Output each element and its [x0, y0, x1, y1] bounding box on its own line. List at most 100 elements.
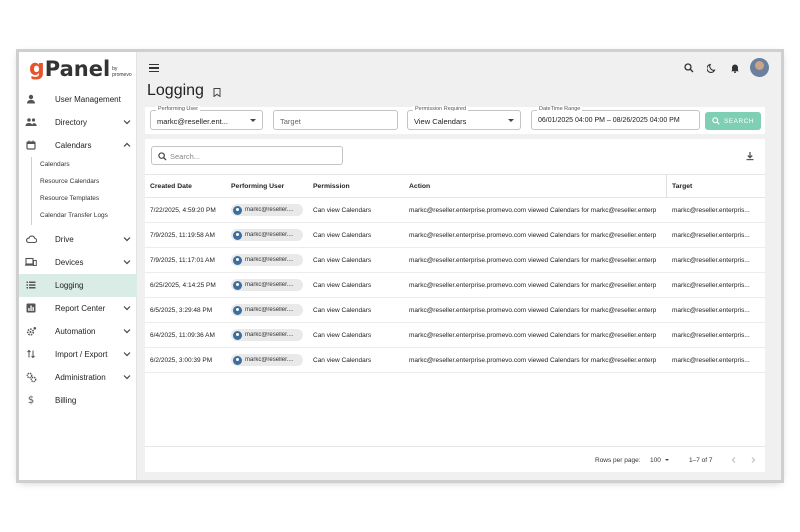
chevron-down-icon — [123, 352, 131, 357]
log-table-card: Search... Created Date Performing User P… — [145, 139, 765, 472]
user-chip[interactable]: markc@reseller.... — [231, 229, 303, 241]
admin-icon — [25, 371, 37, 383]
user-avatar-icon — [233, 330, 242, 340]
app-window: g Panel by promevo User Management Directo… — [19, 52, 781, 480]
page-title: Logging — [147, 82, 204, 99]
main-content: Logging Performing User markc@reseller.e… — [137, 52, 781, 480]
user-chip[interactable]: markc@reseller.... — [231, 354, 303, 366]
cell-created-date: 6/2/2025, 3:00:39 PM — [150, 357, 213, 364]
chevron-down-icon — [123, 306, 131, 311]
column-created-date[interactable]: Created Date — [150, 183, 192, 190]
people-icon — [25, 116, 37, 128]
dollar-icon: $ — [27, 394, 35, 406]
dark-mode-icon[interactable] — [705, 61, 719, 75]
table-body: 7/22/2025, 4:59:20 PM markc@reseller.... C… — [145, 198, 765, 373]
table-row[interactable]: 7/9/2025, 11:19:58 AM markc@reseller.... C… — [145, 223, 765, 248]
user-chip[interactable]: markc@reseller.... — [231, 204, 303, 216]
cell-permission: Can view Calendars — [313, 207, 372, 214]
column-performing-user[interactable]: Performing User — [231, 183, 284, 190]
table-search-input[interactable]: Search... — [151, 146, 343, 165]
column-target[interactable]: Target — [672, 183, 692, 190]
user-avatar-icon — [233, 230, 242, 240]
gpanel-logo[interactable]: g Panel by promevo — [29, 58, 132, 81]
avatar[interactable] — [750, 58, 769, 77]
column-permission[interactable]: Permission — [313, 183, 350, 190]
calendar-icon — [25, 139, 37, 151]
target-input[interactable]: Target — [273, 110, 398, 130]
column-action[interactable]: Action — [409, 183, 430, 190]
datetime-range-field[interactable]: DateTime Range 06/01/2025 04:00 PM – 08/… — [531, 106, 700, 130]
top-bar-actions — [673, 58, 769, 77]
sidebar: g Panel by promevo User Management Directo… — [19, 52, 137, 480]
rows-per-page-select[interactable]: 100 — [650, 457, 661, 464]
search-icon[interactable] — [682, 61, 696, 75]
sidebar-subitem-resource-templates[interactable]: Resource Templates — [19, 191, 137, 208]
sidebar-subitem-calendar-transfer-logs[interactable]: Calendar Transfer Logs — [19, 208, 137, 225]
bell-icon[interactable] — [728, 61, 742, 75]
table-row[interactable]: 6/2/2025, 3:00:39 PM markc@reseller.... Ca… — [145, 348, 765, 373]
sidebar-nav: User Management Directory Calendars Cale… — [19, 88, 137, 412]
sidebar-subitem-calendars[interactable]: Calendars — [19, 157, 137, 174]
table-row[interactable]: 7/22/2025, 4:59:20 PM markc@reseller.... C… — [145, 198, 765, 223]
user-chip[interactable]: markc@reseller.... — [231, 254, 303, 266]
user-avatar-icon — [233, 280, 242, 290]
dropdown-caret-icon — [508, 119, 514, 122]
column-divider[interactable] — [666, 175, 667, 198]
sidebar-item-devices[interactable]: Devices — [19, 251, 137, 274]
cell-created-date: 7/22/2025, 4:59:20 PM — [150, 207, 216, 214]
table-row[interactable]: 6/5/2025, 3:29:48 PM markc@reseller.... Ca… — [145, 298, 765, 323]
cell-permission: Can view Calendars — [313, 257, 372, 264]
performing-user-select[interactable]: Performing User markc@reseller.ent... — [150, 106, 263, 130]
chevron-down-icon — [123, 260, 131, 265]
sidebar-item-billing[interactable]: $ Billing — [19, 389, 137, 412]
chevron-up-icon — [123, 142, 131, 147]
cell-created-date: 6/5/2025, 3:29:48 PM — [150, 307, 213, 314]
user-chip[interactable]: markc@reseller.... — [231, 329, 303, 341]
cell-target: markc@reseller.enterpris... — [672, 357, 750, 364]
prev-page-icon[interactable] — [730, 456, 738, 464]
chevron-down-icon — [123, 329, 131, 334]
user-avatar-icon — [233, 205, 242, 215]
cell-created-date: 7/9/2025, 11:17:01 AM — [150, 257, 215, 264]
sidebar-item-drive[interactable]: Drive — [19, 228, 137, 251]
table-row[interactable]: 6/25/2025, 4:14:25 PM markc@reseller.... C… — [145, 273, 765, 298]
cell-action: markc@reseller.enterprise.promevo.com vi… — [409, 307, 657, 314]
user-chip[interactable]: markc@reseller.... — [231, 279, 303, 291]
gear-icon — [25, 325, 37, 337]
sidebar-item-report-center[interactable]: Report Center — [19, 297, 137, 320]
user-chip[interactable]: markc@reseller.... — [231, 304, 303, 316]
sidebar-item-administration[interactable]: Administration — [19, 366, 137, 389]
cell-target: markc@reseller.enterpris... — [672, 257, 750, 264]
sidebar-subitem-resource-calendars[interactable]: Resource Calendars — [19, 174, 137, 191]
user-avatar-icon — [233, 255, 242, 265]
sidebar-item-calendars[interactable]: Calendars — [19, 134, 137, 157]
dropdown-caret-icon — [250, 119, 256, 122]
table-pagination: Rows per page: 100 1–7 of 7 — [145, 446, 765, 472]
sidebar-item-directory[interactable]: Directory — [19, 111, 137, 134]
next-page-icon[interactable] — [749, 456, 757, 464]
table-row[interactable]: 7/9/2025, 11:17:01 AM markc@reseller.... C… — [145, 248, 765, 273]
cell-created-date: 6/4/2025, 11:09:36 AM — [150, 332, 215, 339]
search-icon — [712, 117, 720, 125]
download-icon[interactable] — [745, 151, 755, 161]
drive-icon — [25, 233, 37, 245]
search-icon — [158, 152, 167, 161]
sidebar-item-user-management[interactable]: User Management — [19, 88, 137, 111]
sidebar-item-logging[interactable]: Logging — [19, 274, 137, 297]
bookmark-icon[interactable] — [213, 88, 221, 97]
sidebar-item-automation[interactable]: Automation — [19, 320, 137, 343]
cell-action: markc@reseller.enterprise.promevo.com vi… — [409, 282, 657, 289]
menu-icon[interactable] — [149, 64, 159, 73]
cell-permission: Can view Calendars — [313, 332, 372, 339]
cell-target: markc@reseller.enterpris... — [672, 332, 750, 339]
report-icon — [25, 302, 37, 314]
sidebar-item-import-export[interactable]: Import / Export — [19, 343, 137, 366]
table-row[interactable]: 6/4/2025, 11:09:36 AM markc@reseller.... C… — [145, 323, 765, 348]
search-button[interactable]: SEARCH — [705, 112, 761, 130]
cell-created-date: 6/25/2025, 4:14:25 PM — [150, 282, 216, 289]
person-icon — [25, 93, 37, 105]
import-export-icon — [25, 348, 37, 360]
cell-action: markc@reseller.enterprise.promevo.com vi… — [409, 357, 657, 364]
cell-permission: Can view Calendars — [313, 232, 372, 239]
permission-select[interactable]: Permission Required View Calendars — [407, 106, 521, 130]
